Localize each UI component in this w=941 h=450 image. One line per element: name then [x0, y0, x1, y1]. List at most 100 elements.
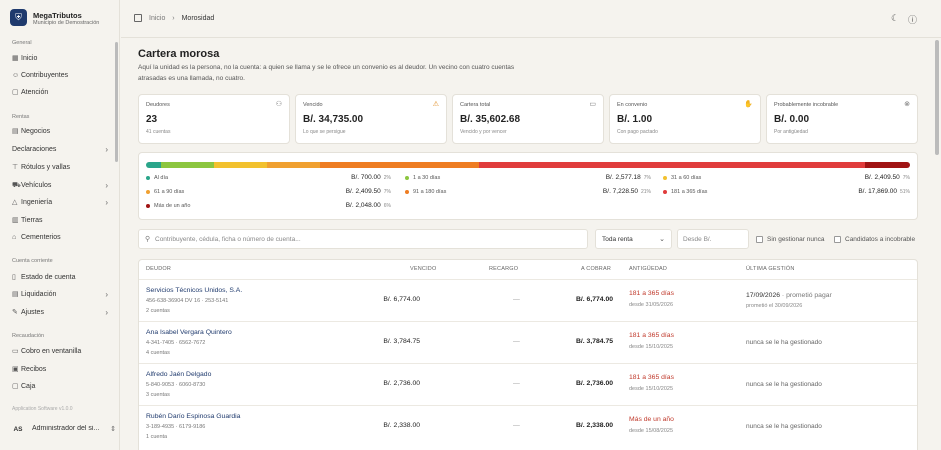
desde-input[interactable]	[683, 233, 745, 246]
sign-icon: ⊤	[12, 164, 19, 171]
checkbox-box[interactable]	[756, 236, 763, 243]
sidebar-item-caja[interactable]: ▢ Caja	[12, 381, 108, 393]
sidebar-item-vehiculos[interactable]: ⛟Vehículos ›	[12, 180, 108, 192]
col-header-vencido[interactable]: VENCIDO	[410, 266, 436, 272]
table-row[interactable]: Alfredo Jaén Delgado 5-840-9053 · 6060-8…	[139, 363, 917, 405]
legend-label: 31 a 60 días	[671, 175, 702, 181]
aging-bar-segment	[161, 162, 215, 168]
legend-pct: 6%	[383, 203, 391, 209]
renta-select[interactable]: Toda renta ⌄	[595, 229, 672, 249]
sidebar-item-estado-cuenta[interactable]: ▯ Estado de cuenta	[12, 272, 108, 284]
checkbox-box[interactable]	[834, 236, 841, 243]
edit-icon: ✎	[12, 309, 18, 316]
kpi-sub: Por antigüedad	[774, 129, 808, 135]
store-icon: ▤	[12, 128, 19, 135]
user-menu[interactable]: AS Administrador del si... ⇕	[10, 422, 116, 438]
sidebar-item-tierras[interactable]: ▥ Tierras	[12, 215, 108, 227]
sidebar-item-liquidacion[interactable]: ▤ Liquidación ›	[12, 289, 108, 301]
building-icon: ⌂	[12, 234, 17, 241]
legend-value: B/. 2,409.50	[345, 188, 381, 195]
legend-label: Más de un año	[154, 203, 191, 209]
table-row[interactable]: Servicios Técnicos Unidos, S.A. 456-638-…	[139, 279, 917, 321]
debtor-name[interactable]: Alfredo Jaén Delgado	[146, 371, 211, 378]
legend-label: 61 a 90 días	[154, 189, 185, 195]
handshake-icon: ✋	[744, 101, 753, 108]
book-icon: ▯	[12, 274, 16, 281]
sidebar-item-label: Rótulos y vallas	[21, 164, 71, 171]
kpi-card-vencido: Vencido ⚠ B/. 34,735.00 Lo que se persig…	[295, 94, 447, 144]
sidebar-item-contribuyentes[interactable]: ☺ Contribuyentes	[12, 70, 108, 82]
sidebar-item-atencion[interactable]: ▢ Atención	[12, 87, 108, 99]
legend-pct: 7%	[383, 189, 391, 195]
cell-recargo: —	[513, 422, 520, 429]
page-description: Aquí la unidad es la persona, no la cuen…	[138, 64, 515, 82]
debtor-count: 3 cuentas	[146, 392, 170, 398]
table-row[interactable]: Rubén Darío Espinosa Guardia 3-189-4935 …	[139, 405, 917, 447]
kpi-value: B/. 34,735.00	[303, 114, 364, 125]
sidebar-item-rotulos[interactable]: ⊤ Rótulos y vallas	[12, 162, 108, 174]
col-header-antiguedad[interactable]: ANTIGÜEDAD	[629, 266, 667, 272]
kpi-value: B/. 35,602.68	[460, 114, 521, 125]
cell-gestion-sub: prometió el 30/09/2026	[746, 303, 803, 309]
renta-select-value: Toda renta	[602, 236, 633, 243]
sidebar-item-declaraciones[interactable]: Declaraciones ›	[12, 144, 108, 156]
car-icon: ⛟	[12, 182, 21, 189]
sidebar-toggle-icon[interactable]	[134, 14, 142, 22]
cell-antiguedad: 181 a 365 días	[629, 290, 674, 297]
cell-antiguedad-desde: desde 15/08/2025	[629, 428, 674, 434]
table-row[interactable]: Ana Isabel Vergara Quintero 4-341-7405 ·…	[139, 321, 917, 363]
checkbox-label: Candidatos a incobrable	[845, 236, 916, 244]
help-icon[interactable]: ⓘ	[908, 13, 917, 26]
debtor-ids: 3-189-4935 · 6179-9186	[146, 424, 206, 430]
moon-icon[interactable]: ☾	[891, 13, 899, 24]
sidebar-item-ajustes[interactable]: ✎ Ajustes ›	[12, 307, 108, 319]
section-label: General	[12, 40, 32, 46]
sidebar-item-label: Vehículos	[21, 182, 52, 189]
breadcrumb-home[interactable]: Inicio	[149, 15, 165, 22]
receipt-icon: ▣	[12, 366, 19, 373]
search-icon: ⚲	[145, 236, 151, 243]
legend-dot	[663, 189, 667, 194]
chevron-right-icon: ›	[105, 198, 108, 207]
search-input[interactable]	[155, 233, 575, 246]
sidebar-item-inicio[interactable]: ▦ Inicio	[12, 53, 108, 65]
sidebar-item-negocios[interactable]: ▤ Negocios	[12, 126, 108, 138]
sidebar-item-ingenieria[interactable]: △ Ingeniería ›	[12, 197, 108, 209]
aging-value-mas-anio: B/. 2,048.00 6%	[346, 202, 391, 209]
wallet-icon: ▭	[589, 101, 596, 108]
legend-dot	[663, 175, 667, 180]
col-header-deudor[interactable]: DEUDOR	[146, 266, 171, 272]
debtor-name[interactable]: Servicios Técnicos Unidos, S.A.	[146, 287, 242, 294]
cell-cobrar: B/. 2,338.00	[575, 422, 613, 429]
brand-logo-icon: ⛨	[10, 9, 27, 26]
chevron-right-icon: ›	[105, 181, 108, 190]
aging-stacked-bar	[146, 162, 910, 168]
col-header-recargo[interactable]: RECARGO	[489, 266, 518, 272]
debtor-name[interactable]: Ana Isabel Vergara Quintero	[146, 329, 232, 336]
sidebar-item-label: Estado de cuenta	[21, 274, 76, 281]
debtor-name[interactable]: Rubén Darío Espinosa Guardia	[146, 413, 240, 420]
sidebar-item-label: Tierras	[21, 217, 43, 224]
col-header-cobrar[interactable]: A COBRAR	[581, 266, 611, 272]
sidebar-item-recibos[interactable]: ▣ Recibos	[12, 364, 108, 376]
sidebar-item-label: Caja	[21, 383, 36, 390]
sidebar-item-cementerios[interactable]: ⌂ Cementerios	[12, 232, 108, 244]
checkbox-incobrable[interactable]: Candidatos a incobrable	[834, 236, 915, 243]
sidebar-scrollbar[interactable]	[115, 42, 118, 162]
legend-dot	[405, 175, 409, 180]
checkbox-sin-gestionar[interactable]: Sin gestionar nunca	[756, 236, 824, 243]
legend-label: Al día	[154, 175, 169, 181]
sidebar-item-cobro[interactable]: ▭ Cobro en ventanilla	[12, 346, 108, 358]
legend-dot	[146, 175, 150, 180]
kpi-sub: Vencido y por vencer	[460, 129, 507, 135]
debtor-ids: 456-638-36904 DV 16 · 253-5141	[146, 298, 229, 304]
page-scrollbar[interactable]	[935, 40, 939, 155]
topbar: Inicio › Morosidad ☾ ⓘ	[121, 0, 941, 38]
col-header-gestion[interactable]: ÚLTIMA GESTIÓN	[746, 266, 795, 272]
cell-antiguedad-desde: desde 15/10/2025	[629, 386, 674, 392]
aging-value-1-30: B/. 2,577.18 7%	[606, 174, 651, 181]
sidebar-item-label: Ajustes	[21, 309, 44, 316]
legend-label: 91 a 180 días	[413, 189, 447, 195]
brand[interactable]: ⛨ MegaTributos Municipio de Demostración	[10, 9, 120, 29]
aging-bar-segment	[319, 162, 479, 168]
